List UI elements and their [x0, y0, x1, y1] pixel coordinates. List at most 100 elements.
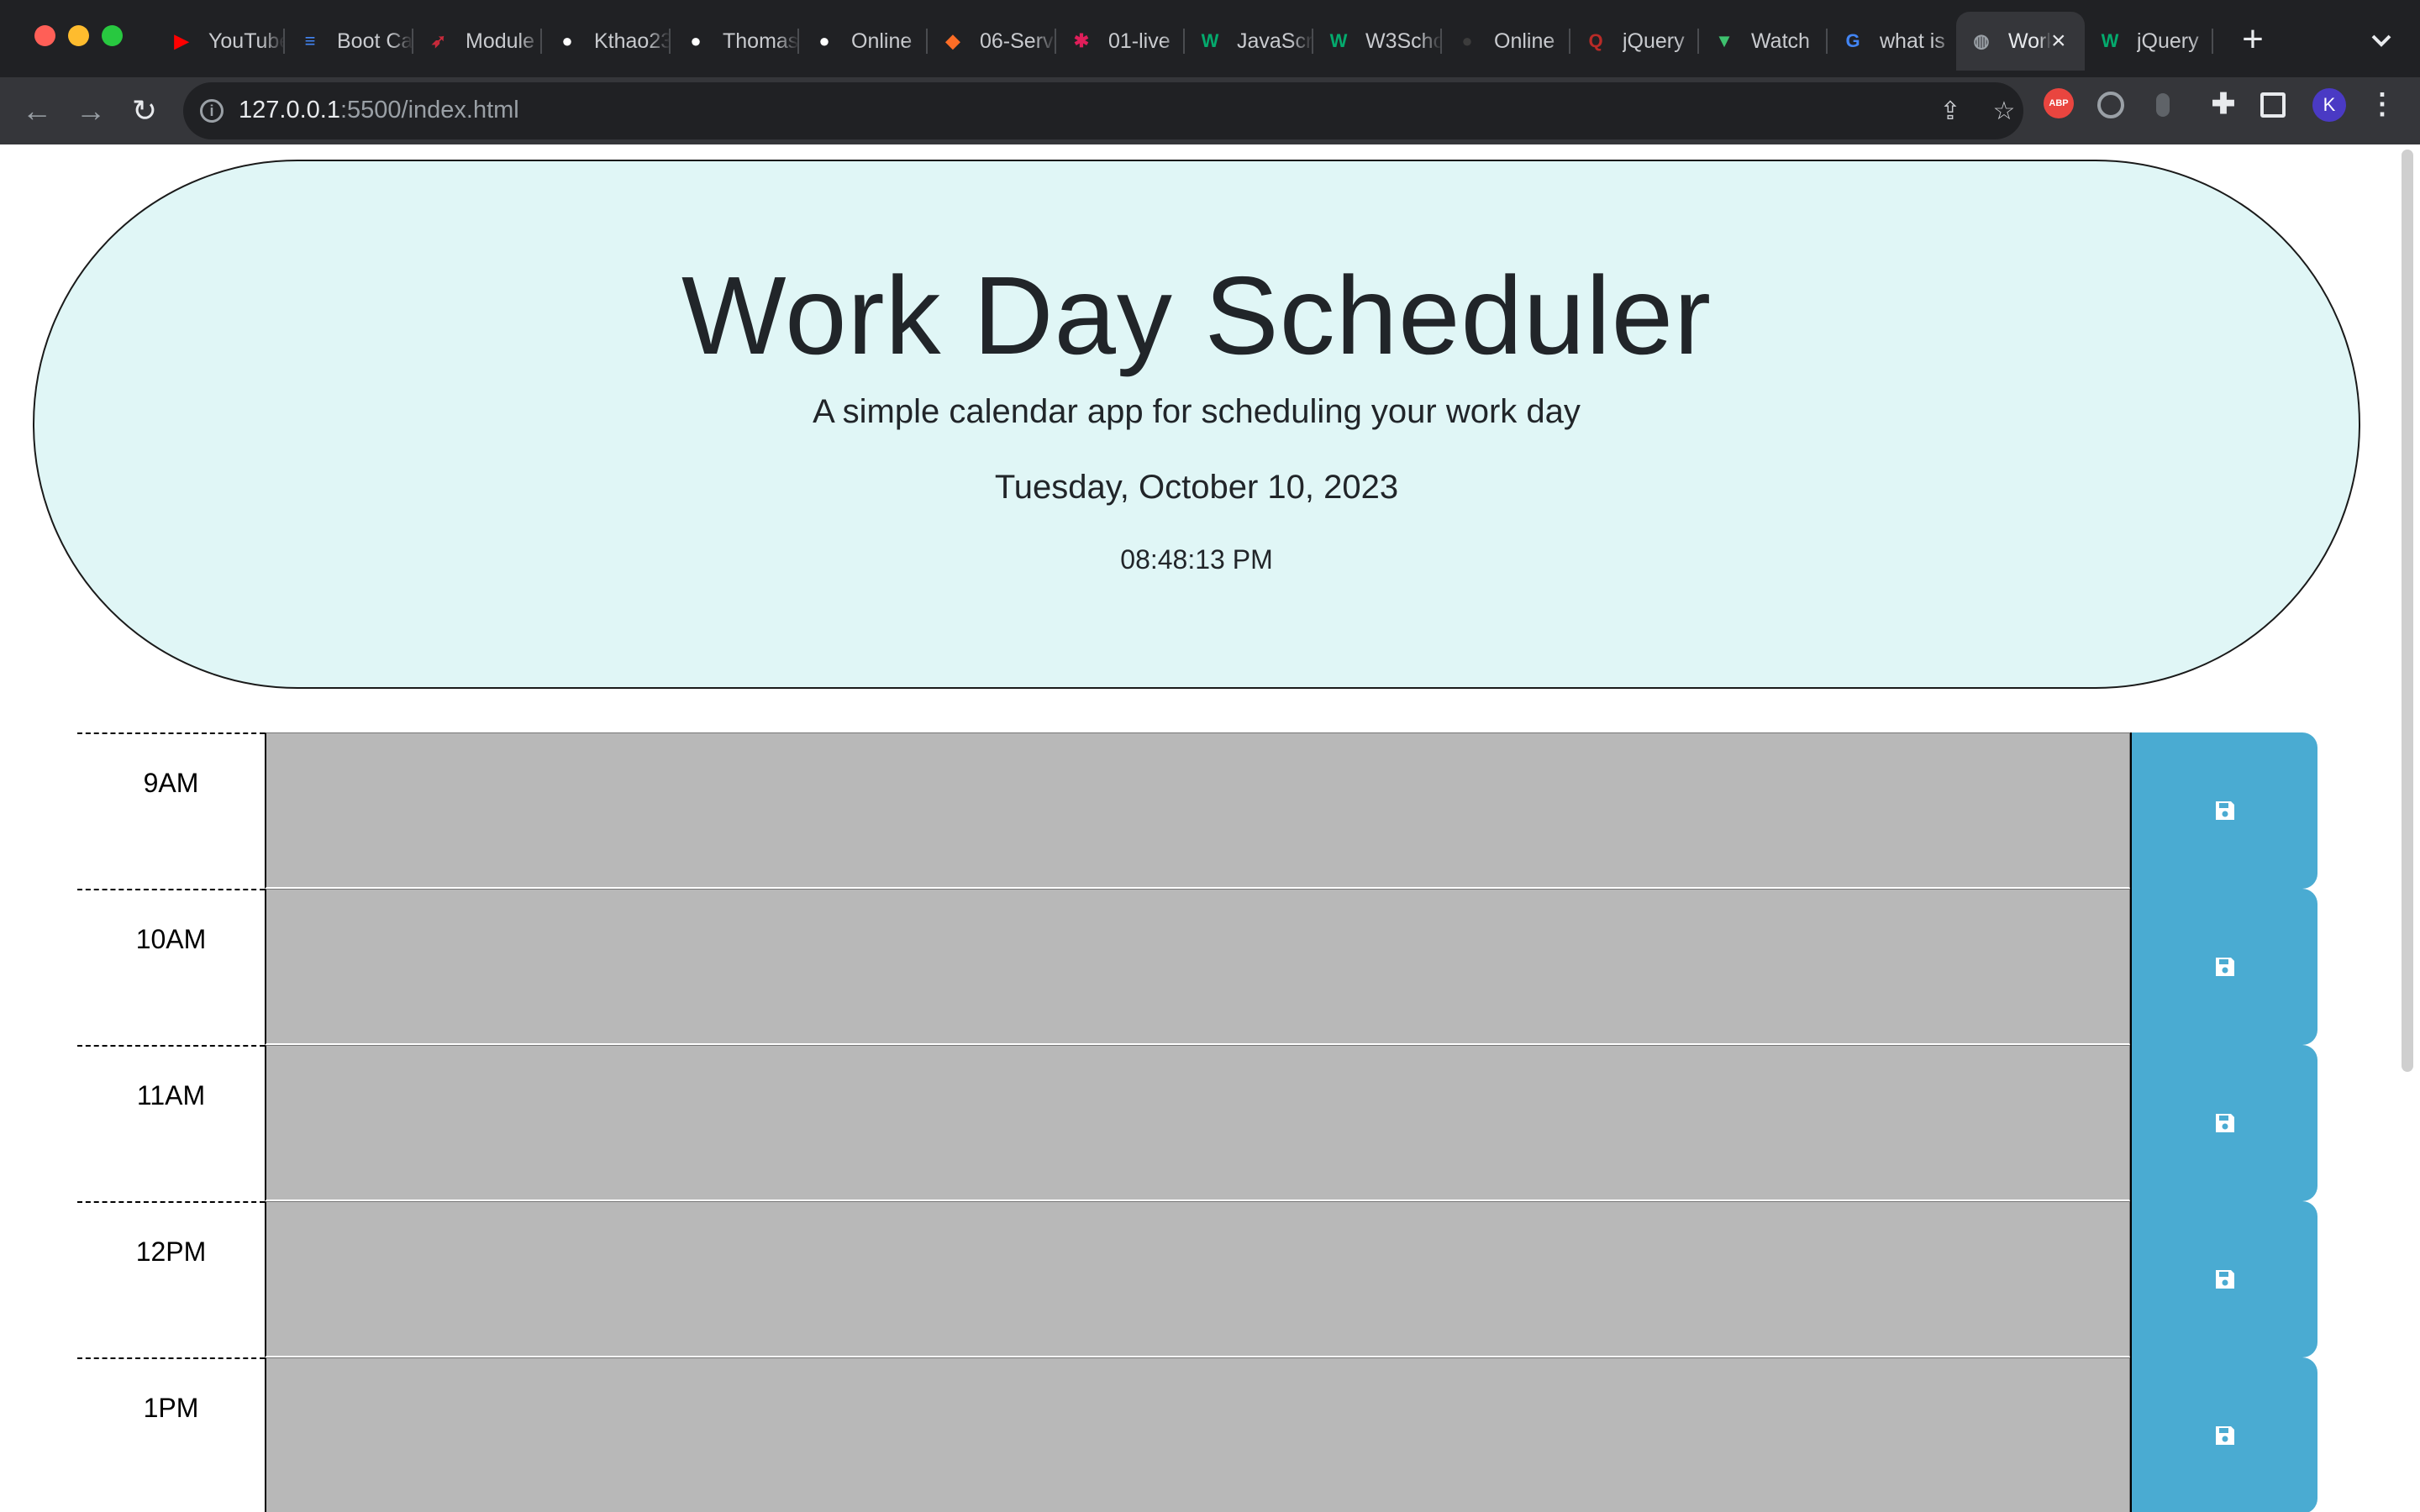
browser-tab[interactable]: W W3Schools	[1313, 12, 1442, 71]
browser-tab[interactable]: Gwhat is	[1828, 12, 1956, 71]
forward-arrow-icon[interactable]: →	[74, 94, 108, 128]
google-icon: G	[1845, 30, 1860, 51]
tab-title: what is	[1880, 29, 1945, 53]
current-time: 08:48:13 PM	[1120, 544, 1273, 575]
back-arrow-icon[interactable]: ←	[20, 94, 54, 128]
browser-tab[interactable]: WjQuery	[2085, 12, 2213, 71]
w3schools-icon: W	[2101, 30, 2119, 51]
event-description-input[interactable]	[265, 889, 2130, 1045]
tab-title: Online	[851, 29, 913, 53]
event-description-input[interactable]	[265, 1201, 2130, 1357]
address-bar[interactable]: i 127.0.0.1:5500/index.html ⇪ ☆	[183, 82, 2023, 139]
hour-label: 1PM	[77, 1357, 265, 1512]
tab-title: jQuery	[1623, 29, 1685, 53]
slack-icon: ✱	[1073, 30, 1090, 51]
hour-label: 11AM	[77, 1045, 265, 1201]
save-button[interactable]	[2130, 1045, 2317, 1201]
tab-title: 01-live	[1108, 29, 1171, 53]
github-icon: ●	[1461, 30, 1473, 51]
tab-title: JavaScript	[1237, 29, 1313, 53]
floppy-disk-icon	[2215, 1114, 2234, 1132]
new-tab-button[interactable]: +	[2232, 18, 2274, 60]
save-button[interactable]	[2130, 1357, 2317, 1512]
bookmark-star-icon[interactable]: ☆	[1990, 97, 2018, 126]
floppy-disk-icon	[2215, 958, 2234, 976]
floppy-disk-icon	[2215, 801, 2234, 820]
side-panel-icon[interactable]	[2260, 92, 2286, 118]
github-icon: ●	[818, 30, 830, 51]
time-block-row: 9AM	[77, 732, 2317, 889]
tab-search-chevron-icon[interactable]	[2365, 24, 2398, 57]
profile-avatar[interactable]: K	[2312, 88, 2346, 122]
browser-tab[interactable]: QjQuery	[1570, 12, 1699, 71]
tab-title: Boot Camp	[337, 29, 413, 53]
save-button[interactable]	[2130, 889, 2317, 1045]
tab-title: Kthao23	[594, 29, 671, 53]
page-title: Work Day Scheduler	[681, 254, 1712, 377]
youtube-icon: ▶	[174, 30, 189, 51]
time-block-row: 1PM	[77, 1357, 2317, 1512]
share-icon[interactable]: ⇪	[1936, 97, 1965, 126]
tab-title: jQuery	[2137, 29, 2199, 53]
url-path: :5500/index.html	[339, 97, 519, 123]
reload-icon[interactable]: ↻	[128, 94, 161, 128]
tab-title: Watch	[1751, 29, 1810, 53]
tab-list: ▶ YouTube ≡ Boot Camp ➶ Module ● Kthao23 ● Thomas…	[156, 12, 2213, 71]
event-description-input[interactable]	[265, 1045, 2130, 1201]
profile-initial: K	[2323, 94, 2336, 115]
extensions-puzzle-icon[interactable]: ✚	[2207, 87, 2240, 121]
github-icon: ●	[561, 30, 573, 51]
time-block-row: 11AM	[77, 1045, 2317, 1201]
floppy-disk-icon	[2215, 1426, 2234, 1445]
page-scrollbar[interactable]	[2402, 150, 2413, 1072]
site-info-icon[interactable]: i	[200, 99, 224, 123]
browser-tab[interactable]: ≡ Boot Camp	[285, 12, 413, 71]
window-minimize-button[interactable]	[68, 25, 89, 46]
browser-tab[interactable]: W JavaScript	[1185, 12, 1313, 71]
quora-icon: Q	[1588, 30, 1603, 51]
bootcamp-icon: ➶	[430, 30, 447, 51]
browser-tab[interactable]: ● Thomas	[671, 12, 799, 71]
url-host: 127.0.0.1	[239, 97, 340, 123]
extension-icon-3[interactable]	[2156, 93, 2170, 117]
browser-menu-icon[interactable]: ⋮	[2368, 87, 2396, 121]
extension-icon-2[interactable]	[2097, 92, 2124, 118]
tab-title: W3Schools	[1365, 29, 1442, 53]
tab-title: Thomas	[723, 29, 799, 53]
browser-tab[interactable]: ✱ 01-live	[1056, 12, 1185, 71]
event-description-input[interactable]	[265, 1357, 2130, 1512]
save-button[interactable]	[2130, 1201, 2317, 1357]
w3schools-icon: W	[1329, 30, 1348, 51]
window-zoom-button[interactable]	[102, 25, 123, 46]
browser-tab[interactable]: ▶ YouTube	[156, 12, 285, 71]
time-block-row: 12PM	[77, 1201, 2317, 1357]
browser-tab[interactable]: ◆ 06-Server	[928, 12, 1056, 71]
event-description-input[interactable]	[265, 732, 2130, 889]
browser-tab[interactable]: ● Online	[799, 12, 928, 71]
tab-title: Module	[466, 29, 534, 53]
browser-tab[interactable]: ● Online	[1442, 12, 1570, 71]
github-icon: ●	[690, 30, 702, 51]
browser-tab[interactable]: ◍ Work Day Scheduler×	[1956, 12, 2085, 71]
hour-label: 12PM	[77, 1201, 265, 1357]
hour-label: 10AM	[77, 889, 265, 1045]
url-text[interactable]: 127.0.0.1:5500/index.html	[239, 97, 519, 124]
adblock-extension-icon[interactable]: ABP	[2044, 88, 2074, 118]
tab-title: Online	[1494, 29, 1555, 53]
floppy-disk-icon	[2215, 1270, 2234, 1289]
browser-tab[interactable]: ● Kthao23	[542, 12, 671, 71]
tube-icon: ▼	[1715, 30, 1733, 51]
docs-icon: ≡	[304, 30, 316, 51]
window-close-button[interactable]	[34, 25, 55, 46]
w3schools-icon: W	[1201, 30, 1219, 51]
tab-close-icon[interactable]: ×	[2051, 27, 2076, 55]
tab-title: 06-Server	[980, 29, 1056, 53]
hour-label: 9AM	[77, 732, 265, 889]
header-jumbotron: Work Day Scheduler A simple calendar app…	[33, 160, 2360, 689]
browser-tab[interactable]: ▼ Watch	[1699, 12, 1828, 71]
time-block-row: 10AM	[77, 889, 2317, 1045]
browser-tab[interactable]: ➶ Module	[413, 12, 542, 71]
browser-tab-strip: ▶ YouTube ≡ Boot Camp ➶ Module ● Kthao23 ● Thomas…	[0, 0, 2420, 77]
save-button[interactable]	[2130, 732, 2317, 889]
globe-icon: ◍	[1973, 30, 1990, 51]
